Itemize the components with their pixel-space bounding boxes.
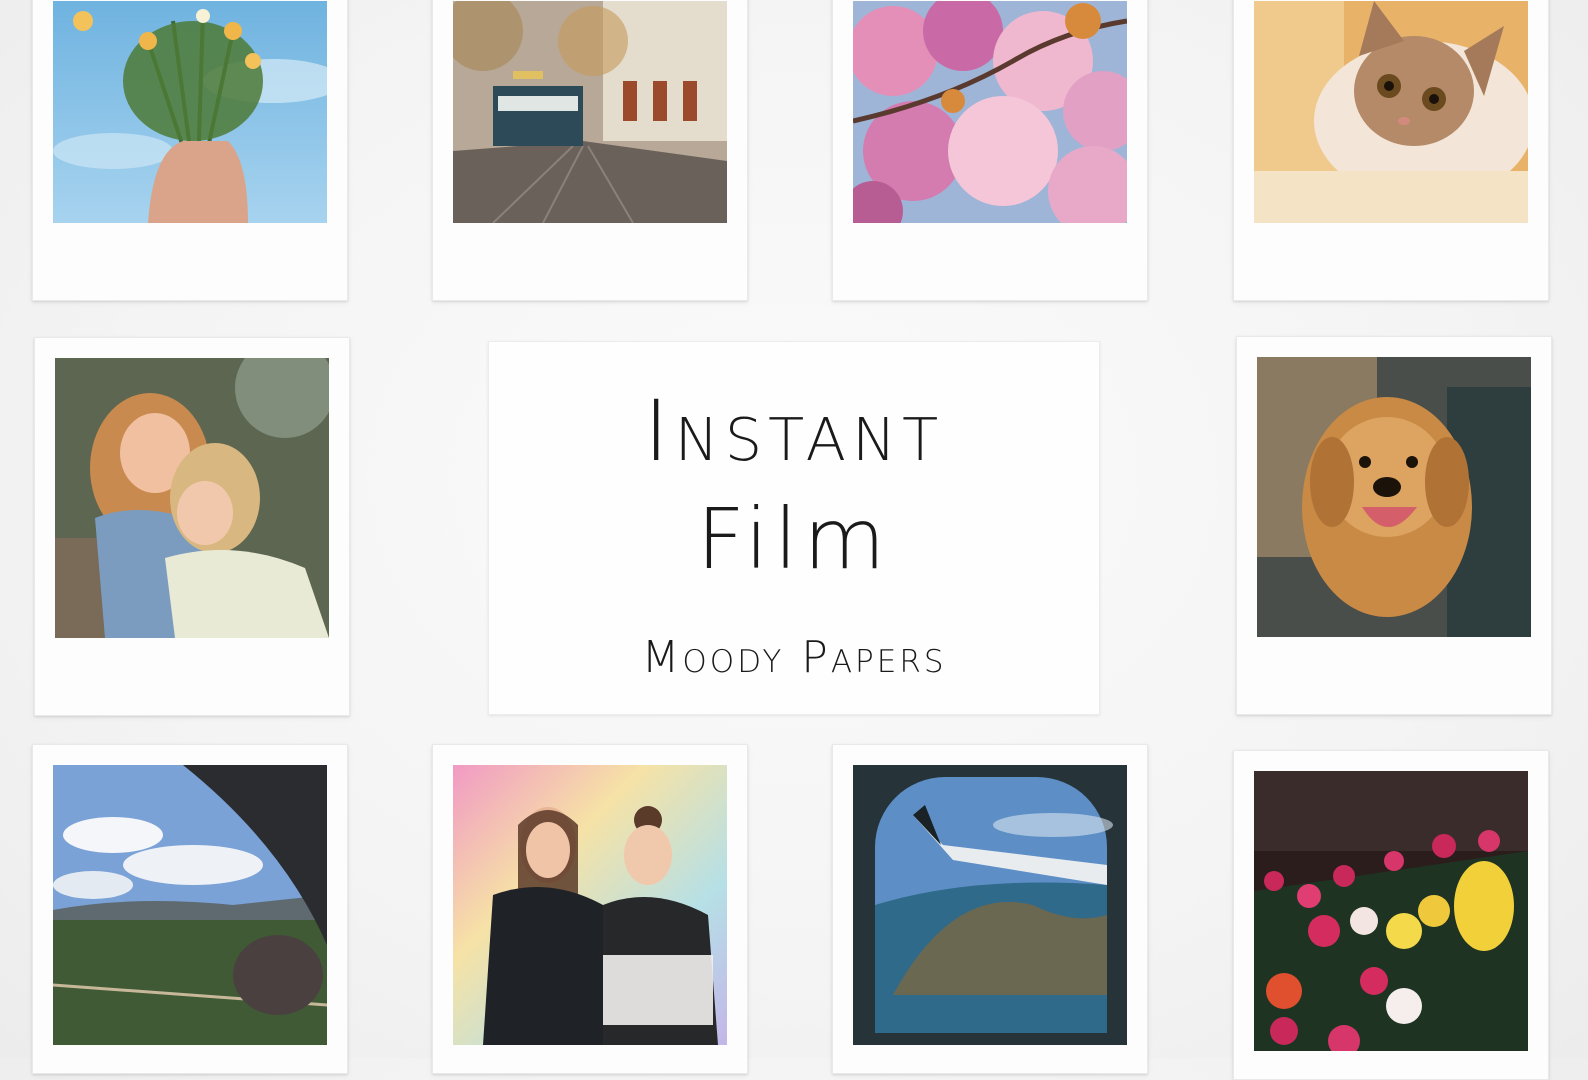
photo-golden-retriever [1257, 357, 1531, 637]
title-card: Instant Film Moody Papers [488, 341, 1100, 715]
brand-name: Moody Papers [641, 632, 947, 683]
photo-car-window-field [53, 765, 327, 1045]
polaroid-car-window-field [32, 744, 348, 1074]
polaroid-two-women-laughing [432, 744, 748, 1074]
photo-airplane-window [853, 765, 1127, 1045]
polaroid-kitten [1233, 0, 1549, 301]
photo-flower-bouquet [53, 1, 327, 223]
polaroid-flower-bouquet [32, 0, 348, 301]
polaroid-tulips [1233, 750, 1549, 1080]
title-line-2: Film [696, 490, 892, 588]
photo-two-women-laughing [453, 765, 727, 1045]
polaroid-hugging-girls [34, 337, 350, 716]
photo-tulips [1254, 771, 1528, 1051]
photo-cherry-blossoms [853, 1, 1127, 223]
polaroid-cherry-blossoms [832, 0, 1148, 301]
photo-kitten [1254, 1, 1528, 223]
polaroid-golden-retriever [1236, 336, 1552, 715]
photo-tram-street [453, 1, 727, 223]
polaroid-airplane-window [832, 744, 1148, 1074]
title-line-1: Instant [643, 382, 945, 480]
photo-hugging-girls [55, 358, 329, 638]
polaroid-tram-street [432, 0, 748, 301]
